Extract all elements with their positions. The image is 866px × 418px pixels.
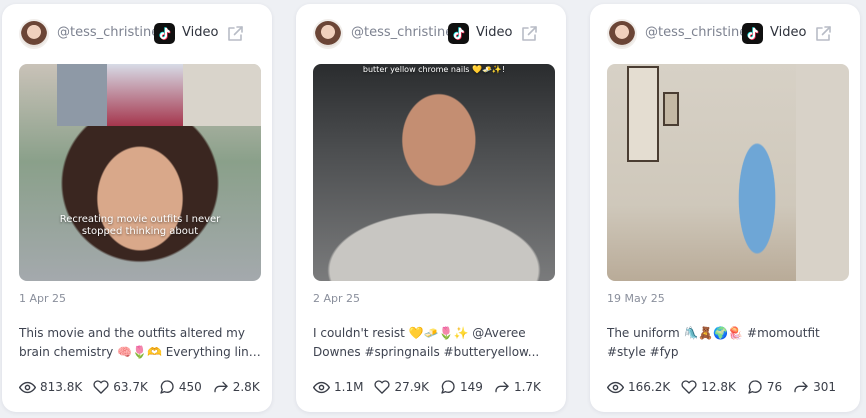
heart-icon xyxy=(681,380,697,394)
engagement-stats: 813.8K 63.7K 450 2.8K xyxy=(19,378,271,396)
video-thumbnail[interactable] xyxy=(607,64,849,281)
description-line: brain chemistry 🧠🌷🫶 Everything linke... xyxy=(19,345,263,359)
external-link-icon[interactable] xyxy=(226,25,244,43)
likes-stat: 12.8K xyxy=(681,379,736,395)
post-description: This movie and the outfits altered my br… xyxy=(19,324,263,362)
collage-strip xyxy=(183,64,261,126)
external-link-icon[interactable] xyxy=(814,25,832,43)
post-date: 2 Apr 25 xyxy=(313,292,361,305)
shares-count: 1.7K xyxy=(513,380,541,394)
wall-frame xyxy=(627,66,659,162)
external-link-icon[interactable] xyxy=(520,25,538,43)
shares-count: 301 xyxy=(813,380,837,394)
comments-stat: 149 xyxy=(440,379,483,395)
video-caption-overlay: Recreating movie outfits I never stopped… xyxy=(59,214,221,237)
description-line: I couldn't resist 💛🧈🌷✨ @Averee xyxy=(313,326,526,340)
eye-icon xyxy=(607,381,624,393)
heart-icon xyxy=(93,380,109,394)
engagement-stats: 166.2K 12.8K 76 301 xyxy=(607,378,847,396)
post-description: The uniform 🛝🧸🌍🪼 #momoutfit #style #fyp xyxy=(607,324,851,362)
views-count: 1.1M xyxy=(334,380,364,394)
views-count: 166.2K xyxy=(628,380,671,394)
comment-icon xyxy=(160,380,174,394)
card-header: @tess_christine Video xyxy=(590,4,860,64)
wall-frame xyxy=(663,92,679,126)
card-header: @tess_christine Video xyxy=(2,4,272,64)
description-line: Downes #springnails #butteryellow... xyxy=(313,345,540,359)
platform-label: Video xyxy=(182,25,219,40)
shares-count: 2.8K xyxy=(232,380,260,394)
share-icon xyxy=(214,381,228,393)
creator-handle[interactable]: @tess_christine xyxy=(57,25,159,40)
views-stat: 813.8K xyxy=(19,379,82,396)
shares-stat: 2.8K xyxy=(213,379,260,395)
views-stat: 166.2K xyxy=(607,379,670,396)
post-date: 1 Apr 25 xyxy=(19,292,67,305)
avatar[interactable] xyxy=(607,19,637,49)
comment-icon xyxy=(441,380,455,394)
movie-poster xyxy=(107,64,183,126)
tiktok-icon xyxy=(154,23,175,44)
heart-icon xyxy=(374,380,391,394)
shares-stat: 301 xyxy=(793,379,836,395)
card-header: @tess_christine Video xyxy=(296,4,566,64)
avatar[interactable] xyxy=(313,19,343,49)
video-caption-overlay: butter yellow chrome nails 💛🧈✨! xyxy=(362,65,506,74)
post-card[interactable]: @tess_christine Video 19 May 25 The unif… xyxy=(590,4,860,412)
views-stat: 1.1M xyxy=(313,379,363,396)
eye-icon xyxy=(19,381,36,393)
comments-count: 149 xyxy=(460,380,483,394)
comment-icon xyxy=(748,380,762,394)
shares-stat: 1.7K xyxy=(494,379,541,395)
platform-label: Video xyxy=(476,25,513,40)
post-card[interactable]: @tess_christine Video Recreating movie o… xyxy=(2,4,272,412)
likes-count: 63.7K xyxy=(113,380,148,394)
share-icon xyxy=(794,381,808,393)
likes-stat: 27.9K xyxy=(374,379,429,395)
tiktok-icon xyxy=(448,23,469,44)
views-count: 813.8K xyxy=(40,380,83,394)
comments-stat: 76 xyxy=(747,379,782,395)
creator-handle[interactable]: @tess_christine xyxy=(351,25,453,40)
likes-count: 27.9K xyxy=(394,380,430,394)
likes-stat: 63.7K xyxy=(93,379,148,395)
post-description: I couldn't resist 💛🧈🌷✨ @Averee Downes #s… xyxy=(313,324,557,362)
post-card[interactable]: @tess_christine Video butter yellow chro… xyxy=(296,4,566,412)
share-icon xyxy=(495,381,509,393)
comments-count: 76 xyxy=(766,380,783,394)
comments-count: 450 xyxy=(178,380,202,394)
description-line: This movie and the outfits altered my xyxy=(19,326,245,340)
post-date: 19 May 25 xyxy=(607,292,665,305)
video-thumbnail[interactable]: Recreating movie outfits I never stopped… xyxy=(19,64,261,281)
description-line: The uniform 🛝🧸🌍🪼 #momoutfit xyxy=(607,326,820,340)
collage-strip xyxy=(57,64,107,126)
creator-handle[interactable]: @tess_christine xyxy=(645,25,747,40)
platform-label: Video xyxy=(770,25,807,40)
tiktok-icon xyxy=(742,23,763,44)
eye-icon xyxy=(313,381,330,393)
avatar[interactable] xyxy=(19,19,49,49)
video-thumbnail[interactable]: butter yellow chrome nails 💛🧈✨! xyxy=(313,64,555,281)
likes-count: 12.8K xyxy=(701,380,736,394)
description-line: #style #fyp xyxy=(607,345,679,359)
comments-stat: 450 xyxy=(159,379,202,395)
engagement-stats: 1.1M 27.9K 149 1.7K xyxy=(313,378,552,396)
